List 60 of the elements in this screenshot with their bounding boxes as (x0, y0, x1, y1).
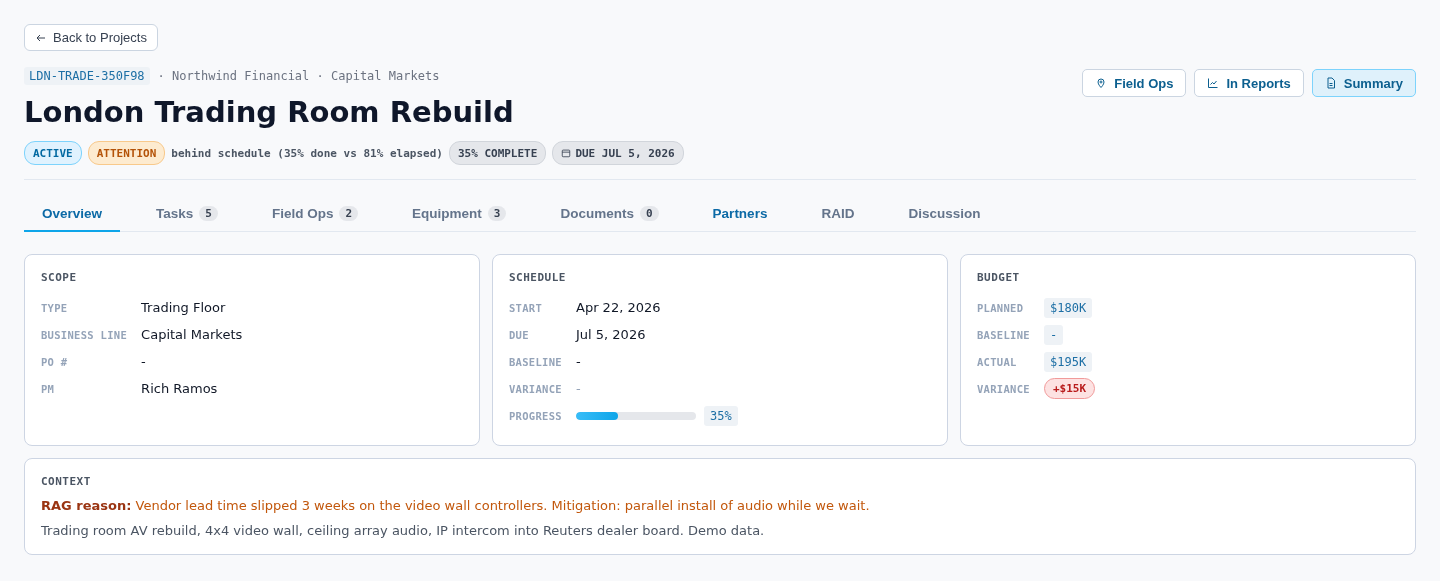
card-title: CONTEXT (41, 475, 92, 488)
tab-count: 5 (199, 205, 218, 221)
tab-count: 2 (339, 205, 359, 221)
field-value: Apr 22, 2026 (576, 300, 662, 315)
field-value: - (576, 381, 582, 396)
field-label: BUSINESS LINE (41, 327, 128, 343)
location-pin-icon (1095, 77, 1108, 89)
action-button[interactable]: Field Ops (1082, 69, 1187, 97)
variance-badge: +$15K (1044, 378, 1096, 399)
amount-value: $180K (1044, 297, 1093, 318)
action-button[interactable]: In Reports (1194, 69, 1304, 97)
tab[interactable]: Partners (694, 196, 786, 232)
project-description: Trading room AV rebuild, 4x4 video wall, ceiling array audio, IP intercom into Reuters dealer board. Demo data. (41, 523, 766, 538)
tab[interactable]: RAID (803, 196, 873, 232)
field-label: TYPE (41, 300, 69, 316)
field-label: BASELINE (977, 327, 1030, 343)
progress-value: 35% (704, 405, 738, 426)
field-value: Trading Floor (141, 300, 227, 315)
calendar-icon (561, 148, 572, 158)
due-date: DUE JUL 5, 2026 (575, 146, 675, 160)
tab[interactable]: Documents 0 (542, 196, 677, 232)
rag-reason: RAG reason: Vendor lead time slipped 3 weeks on the video wall controllers. Mitigation: parallel install of audio while we wait. (41, 498, 871, 513)
field-label: START (509, 300, 544, 316)
card-title: SCHEDULE (509, 271, 567, 284)
field-value: Capital Markets (141, 327, 244, 342)
field-label: VARIANCE (509, 381, 562, 397)
status-note: behind schedule (35% done vs 81% elapsed) (171, 146, 443, 160)
field-label: PM (41, 381, 56, 397)
field-value: Jul 5, 2026 (576, 327, 647, 342)
status-badge: ATTENTION (87, 141, 166, 165)
tab-count: 0 (640, 205, 659, 221)
field-value: - (141, 354, 147, 369)
field-label: BASELINE (509, 354, 562, 370)
card-title: SCOPE (41, 271, 78, 284)
field-value: - (576, 354, 582, 369)
tab[interactable]: Discussion (890, 196, 999, 232)
field-label: PLANNED (977, 300, 1025, 316)
back-button[interactable]: Back to Projects (24, 24, 158, 51)
status-badge: ACTIVE (24, 141, 82, 165)
project-title: London Trading Room Rebuild (24, 95, 514, 129)
field-label: DUE (509, 327, 530, 343)
card-title: BUDGET (977, 271, 1021, 284)
tab-count: 3 (487, 205, 507, 221)
field-label: VARIANCE (977, 381, 1030, 397)
tab[interactable]: Field Ops 2 (253, 196, 377, 232)
amount-value: - (1044, 324, 1064, 345)
field-label: PO # (41, 354, 69, 370)
field-label: PROGRESS (509, 408, 562, 424)
project-code: LDN-TRADE-350F98 (24, 67, 150, 85)
field-value: Rich Ramos (141, 381, 219, 396)
tab[interactable]: Overview (24, 196, 121, 232)
field-label: ACTUAL (977, 354, 1018, 370)
action-button[interactable]: Summary (1311, 69, 1416, 97)
line-chart-icon (1207, 77, 1220, 89)
document-icon (1324, 77, 1337, 89)
tab[interactable]: Equipment 3 (394, 196, 525, 232)
project-meta: · Northwind Financial · Capital Markets (157, 69, 440, 83)
amount-value: $195K (1044, 351, 1093, 372)
status-badge: 35% COMPLETE (448, 141, 547, 165)
tab[interactable]: Tasks 5 (138, 196, 236, 232)
